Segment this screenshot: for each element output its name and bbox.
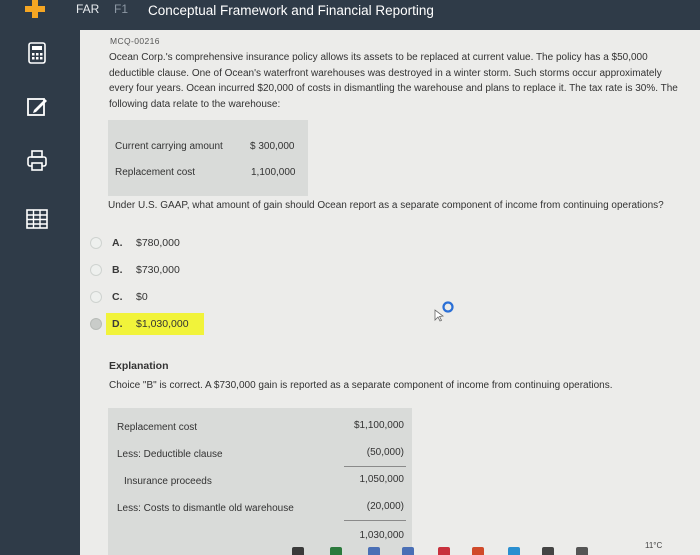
print-icon[interactable]	[24, 148, 50, 174]
choice-a[interactable]: A. $780,000	[88, 234, 248, 254]
choice-d[interactable]: D. $1,030,000	[88, 313, 248, 335]
choice-text: $1,030,000	[136, 318, 189, 330]
data-value-replacement: 1,100,000	[251, 167, 296, 178]
subtotal-rule	[344, 466, 406, 467]
mouse-cursor-icon	[434, 301, 454, 322]
radio-icon[interactable]	[90, 237, 102, 249]
calc-value: (50,000)	[366, 447, 404, 458]
radio-icon[interactable]	[90, 291, 102, 303]
taskbar-app-icon[interactable]	[402, 547, 414, 555]
edit-icon[interactable]	[24, 94, 50, 120]
taskbar-app-icon[interactable]	[438, 547, 450, 555]
choice-text: $0	[136, 291, 148, 303]
data-table: Current carrying amount $ 300,000 Replac…	[108, 120, 308, 196]
choice-letter: D.	[112, 318, 123, 330]
data-value-carrying: $ 300,000	[250, 141, 295, 152]
top-header: FAR F1 Conceptual Framework and Financia…	[0, 0, 700, 30]
calc-label: Less: Costs to dismantle old warehouse	[117, 503, 294, 514]
taskbar-app-icon[interactable]	[292, 547, 304, 555]
tab-far[interactable]: FAR	[76, 2, 99, 16]
choice-letter: B.	[112, 264, 123, 276]
choice-b[interactable]: B. $730,000	[88, 261, 248, 281]
explanation-text: Choice "B" is correct. A $730,000 gain i…	[109, 380, 613, 391]
question-prompt: Under U.S. GAAP, what amount of gain sho…	[108, 200, 664, 211]
plus-icon[interactable]	[22, 0, 48, 22]
explanation-table: Replacement cost $1,100,000 Less: Deduct…	[108, 408, 412, 555]
radio-selected-icon[interactable]	[90, 318, 102, 330]
calculator-icon[interactable]	[24, 40, 50, 66]
question-id: MCQ-00216	[110, 36, 160, 46]
taskbar	[280, 543, 700, 555]
choice-letter: C.	[112, 291, 123, 303]
radio-icon[interactable]	[90, 264, 102, 276]
taskbar-app-icon[interactable]	[542, 547, 554, 555]
choice-text: $780,000	[136, 237, 180, 249]
taskbar-app-icon[interactable]	[576, 547, 588, 555]
calc-value: $1,100,000	[353, 420, 404, 431]
tab-f1[interactable]: F1	[114, 2, 128, 16]
question-text: Ocean Corp.'s comprehensive insurance po…	[109, 52, 678, 110]
page-title: Conceptual Framework and Financial Repor…	[148, 3, 434, 18]
question-panel: MCQ-00216 Ocean Corp.'s comprehensive in…	[80, 30, 700, 555]
spreadsheet-icon[interactable]	[24, 206, 50, 232]
choice-letter: A.	[112, 237, 123, 249]
subtotal-rule	[344, 520, 406, 521]
calc-value: 1,050,000	[359, 474, 405, 485]
choice-text: $730,000	[136, 264, 180, 276]
calc-label: Less: Deductible clause	[117, 449, 223, 460]
calc-value: (20,000)	[366, 501, 404, 512]
data-label-replacement: Replacement cost	[115, 167, 196, 178]
sidebar	[0, 30, 80, 555]
choice-c[interactable]: C. $0	[88, 288, 248, 308]
taskbar-app-icon[interactable]	[330, 547, 342, 555]
taskbar-app-icon[interactable]	[368, 547, 380, 555]
calc-total: 1,030,000	[359, 530, 405, 541]
calc-label: Replacement cost	[117, 422, 198, 433]
data-label-carrying: Current carrying amount	[115, 141, 223, 152]
taskbar-app-icon[interactable]	[508, 547, 520, 555]
taskbar-app-icon[interactable]	[472, 547, 484, 555]
explanation-title: Explanation	[109, 360, 169, 372]
calc-label: Insurance proceeds	[124, 476, 212, 487]
weather-temperature: 11°C	[645, 541, 663, 550]
